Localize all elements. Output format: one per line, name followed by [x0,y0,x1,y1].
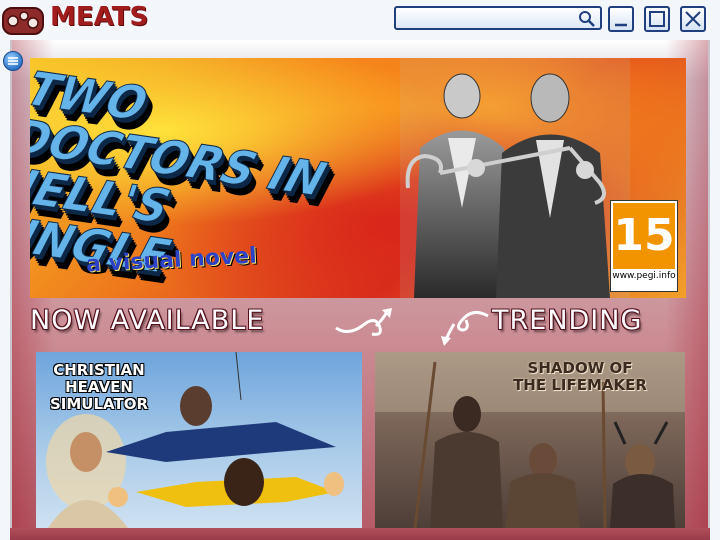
menu-button[interactable] [3,51,23,71]
pegi-rating-badge: 15 www.pegi.info [610,200,678,292]
curly-arrow-icon [441,311,489,346]
app-title: MEATS [50,2,149,32]
meat-logo-icon [2,7,44,35]
game-card[interactable]: CHRISTIAN HEAVEN SIMULATOR [36,352,362,528]
trending-label: TRENDING [492,305,643,336]
game-card[interactable]: SHADOW OF THE LIFEMAKER [375,352,685,528]
now-available-label: NOW AVAILABLE [30,305,265,336]
minimize-icon [615,23,627,27]
rating-site: www.pegi.info [612,271,676,281]
card-title: CHRISTIAN HEAVEN SIMULATOR [49,361,149,413]
featured-banner[interactable]: Two Doctors in Hell's Jungle a visual no… [30,58,686,298]
minimize-button[interactable] [608,6,634,32]
title-bar: MEATS [0,0,720,38]
rating-number: 15 [613,203,675,269]
maximize-icon [649,11,665,27]
search-icon[interactable] [578,10,596,28]
hero-artwork [400,58,630,298]
search-input[interactable] [394,6,602,30]
curly-arrow-icon [335,308,392,336]
maximize-button[interactable] [644,6,670,32]
close-icon [685,11,701,27]
hamburger-icon [8,57,18,65]
close-button[interactable] [680,6,706,32]
bottom-edge [10,528,710,540]
card-title: SHADOW OF THE LIFEMAKER [513,359,647,394]
